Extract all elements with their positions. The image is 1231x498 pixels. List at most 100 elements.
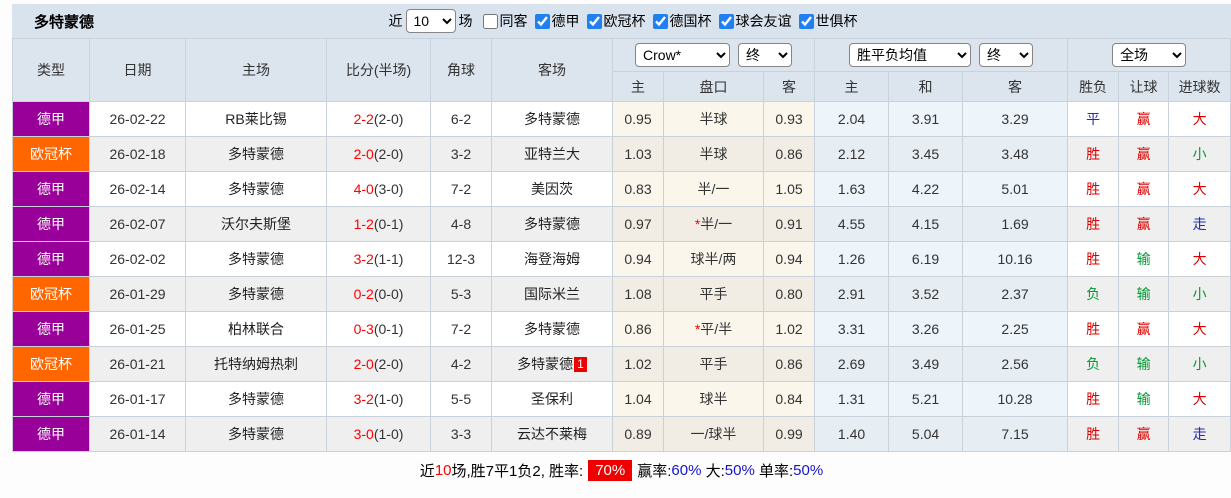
full-time-score: 2-0 <box>353 146 374 162</box>
league-type-cell: 欧冠杯 <box>12 136 90 172</box>
score-cell: 2-0(2-0) <box>326 346 431 382</box>
league-type-cell: 德甲 <box>12 171 90 207</box>
goals-result-cell: 小 <box>1168 276 1231 312</box>
avg-home-odds-cell: 1.63 <box>814 171 890 207</box>
corner-count-cell: 7-2 <box>430 311 492 347</box>
match-row: 德甲 26-02-14 多特蒙德 4-0(3-0) 7-2 美因茨 0.83 半/一 1.05 1… <box>12 171 1231 207</box>
match-row: 德甲 26-01-14 多特蒙德 3-0(1-0) 3-3 云达不莱梅 0.89 一/球半 0.… <box>12 416 1231 452</box>
avg-home-odds-cell: 1.31 <box>814 381 890 417</box>
avg-home-odds-cell: 2.69 <box>814 346 890 382</box>
handicap-change-star: * <box>694 216 701 232</box>
asian-home-odds-cell: 0.95 <box>612 101 664 137</box>
col-type-header: 类型 <box>12 38 90 102</box>
goals-result-cell: 小 <box>1168 136 1231 172</box>
asian-home-odds-cell: 0.94 <box>612 241 664 277</box>
team-title: 多特蒙德 <box>34 13 95 31</box>
score-cell: 0-3(0-1) <box>326 311 431 347</box>
match-date-cell: 26-02-02 <box>89 241 186 277</box>
full-time-score: 1-2 <box>353 216 374 232</box>
recent-count-select[interactable]: 10 <box>405 9 456 33</box>
league-type-cell: 德甲 <box>12 381 90 417</box>
recent-label: 近 <box>388 13 403 29</box>
team-number-badge: 1 <box>574 357 587 372</box>
away-team-cell: 多特蒙德 <box>491 311 613 347</box>
half-time-score: (3-0) <box>373 181 404 197</box>
average-odds-select[interactable]: 胜平负均值 <box>849 43 972 67</box>
col-avg-away-header: 客 <box>962 71 1069 102</box>
avg-home-odds-cell: 2.91 <box>814 276 890 312</box>
match-row: 德甲 26-01-17 多特蒙德 3-2(1-0) 5-5 圣保利 1.04 球半 0.84 1.… <box>12 381 1231 417</box>
friendly-label: 球会友谊 <box>735 13 792 29</box>
away-team-cell: 国际米兰 <box>491 276 613 312</box>
avg-draw-odds-cell: 5.21 <box>888 381 964 417</box>
half-time-score: (2-0) <box>373 356 404 372</box>
match-row: 德甲 26-02-07 沃尔夫斯堡 1-2(0-1) 4-8 多特蒙德 0.97 *半/一 0.… <box>12 206 1231 242</box>
score-cell: 3-2(1-1) <box>326 241 431 277</box>
handicap-cell: 球半/两 <box>663 241 764 277</box>
club-world-cup-checkbox[interactable] <box>798 13 814 29</box>
asian-home-odds-cell: 0.89 <box>612 416 664 452</box>
score-cell: 2-0(2-0) <box>326 136 431 172</box>
match-row: 欧冠杯 26-01-21 托特纳姆热刺 2-0(2-0) 4-2 多特蒙德 1 1.02 平手 0… <box>12 346 1231 382</box>
match-row: 德甲 26-02-22 RB莱比锡 2-2(2-0) 6-2 多特蒙德 0.95 半球 0.93… <box>12 101 1231 137</box>
bundesliga-checkbox[interactable] <box>534 13 550 29</box>
full-time-score: 2-2 <box>353 111 374 127</box>
goals-result-cell: 走 <box>1168 206 1231 242</box>
league-filter-bundesliga[interactable]: 德甲 <box>528 11 580 31</box>
avg-away-odds-cell: 3.29 <box>962 101 1069 137</box>
average-time-select[interactable]: 终 <box>979 43 1034 67</box>
match-date-cell: 26-01-17 <box>89 381 186 417</box>
same-away-checkbox[interactable] <box>482 13 498 29</box>
goals-result-cell: 大 <box>1168 171 1231 207</box>
league-type-cell: 德甲 <box>12 241 90 277</box>
col-avg-home-header: 主 <box>814 71 890 102</box>
match-result-cell: 胜 <box>1067 381 1120 417</box>
match-result-cell: 平 <box>1067 101 1120 137</box>
avg-away-odds-cell: 10.16 <box>962 241 1069 277</box>
same-away-label: 同客 <box>499 13 528 29</box>
topbar: 多特蒙德 近 10 场 同客 德甲 欧冠杯 德国杯 球会友谊 世俱杯 <box>12 4 1231 38</box>
summary-text: 大: <box>701 462 725 480</box>
avg-draw-odds-cell: 4.15 <box>888 206 964 242</box>
champions-league-checkbox[interactable] <box>586 13 602 29</box>
half-time-score: (0-0) <box>373 286 404 302</box>
same-away-filter[interactable]: 同客 <box>476 11 528 31</box>
away-team-cell: 海登海姆 <box>491 241 613 277</box>
handicap-change-star: * <box>694 321 701 337</box>
avg-draw-odds-cell: 3.45 <box>888 136 964 172</box>
filter-controls: 近 10 场 同客 德甲 欧冠杯 德国杯 球会友谊 世俱杯 <box>386 9 858 33</box>
match-result-cell: 胜 <box>1067 171 1120 207</box>
bookmaker-time-select[interactable]: 终 <box>738 43 793 67</box>
home-team-cell: 多特蒙德 <box>185 276 327 312</box>
handicap-cell: 半球 <box>663 136 764 172</box>
asian-away-odds-cell: 0.93 <box>762 101 816 137</box>
club-world-cup-label: 世俱杯 <box>815 13 858 29</box>
league-filter-friendly[interactable]: 球会友谊 <box>712 11 792 31</box>
avg-away-odds-cell: 7.15 <box>962 416 1069 452</box>
full-time-score: 3-0 <box>353 426 374 442</box>
asian-home-odds-cell: 1.04 <box>612 381 664 417</box>
avg-away-odds-cell: 5.01 <box>962 171 1069 207</box>
stats-summary: 近 10 场,胜7平1负2, 胜率: 70% 赢率: 60% 大: 50% 单率: 50% <box>12 452 1231 488</box>
home-team-cell: 多特蒙德 <box>185 381 327 417</box>
avg-draw-odds-cell: 3.49 <box>888 346 964 382</box>
goals-result-cell: 大 <box>1168 381 1231 417</box>
col-handicap-header: 盘口 <box>663 71 764 102</box>
league-filter-club-world-cup[interactable]: 世俱杯 <box>792 11 858 31</box>
avg-home-odds-cell: 2.04 <box>814 101 890 137</box>
german-cup-checkbox[interactable] <box>652 13 668 29</box>
bookmaker-select[interactable]: Crow* <box>635 43 731 67</box>
champions-league-label: 欧冠杯 <box>603 13 646 29</box>
league-filter-german-cup[interactable]: 德国杯 <box>646 11 712 31</box>
league-type-cell: 德甲 <box>12 416 90 452</box>
scope-select[interactable]: 全场 <box>1112 43 1187 67</box>
score-cell: 3-2(1-0) <box>326 381 431 417</box>
home-team-cell: 托特纳姆热刺 <box>185 346 327 382</box>
match-date-cell: 26-02-14 <box>89 171 186 207</box>
score-cell: 2-2(2-0) <box>326 101 431 137</box>
asian-home-odds-cell: 0.83 <box>612 171 664 207</box>
friendly-checkbox[interactable] <box>718 13 734 29</box>
col-goals-header: 进球数 <box>1168 71 1231 102</box>
league-filter-champions-league[interactable]: 欧冠杯 <box>580 11 646 31</box>
full-time-score: 2-0 <box>353 356 374 372</box>
